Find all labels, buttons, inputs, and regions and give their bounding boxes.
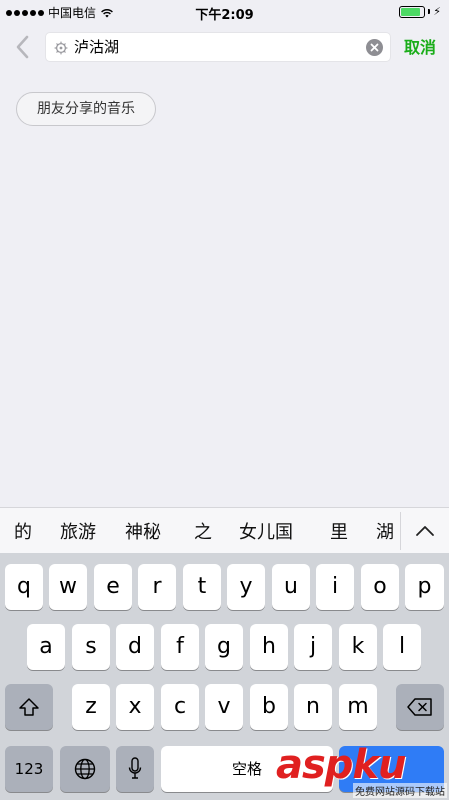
backspace-icon [407,698,432,716]
music-category-icon [54,41,68,55]
aspku-watermark: aspku 免费网站源码下载站 [276,742,449,800]
back-chevron-icon[interactable] [12,34,34,60]
keyboard: q w e r t y u i o p a s d f g h j k l z … [0,553,449,800]
key-q[interactable]: q [5,564,43,610]
friends-shared-music-chip[interactable]: 朋友分享的音乐 [16,92,156,126]
candidate-word[interactable]: 的 [14,518,32,544]
key-k[interactable]: k [339,624,377,670]
watermark-logo: aspku [276,742,407,788]
cancel-button[interactable]: 取消 [404,34,436,58]
status-time: 下午2:09 [195,8,254,23]
key-t[interactable]: t [183,564,221,610]
key-o[interactable]: o [361,564,399,610]
battery-level [401,7,420,16]
key-i[interactable]: i [316,564,354,610]
status-right: ⚡ [399,5,441,18]
key-x[interactable]: x [116,684,154,730]
clear-search-icon[interactable] [366,39,383,56]
key-e[interactable]: e [94,564,132,610]
battery-tip [428,9,431,14]
key-u[interactable]: u [272,564,310,610]
key-p[interactable]: p [405,564,444,610]
status-bar: 中国电信 下午2:09 ⚡ [0,0,449,24]
numbers-key[interactable]: 123 [5,746,53,792]
shift-key[interactable] [5,684,53,730]
key-d[interactable]: d [116,624,154,670]
key-z[interactable]: z [72,684,110,730]
key-b[interactable]: b [250,684,288,730]
charging-bolt-icon: ⚡ [433,5,441,18]
candidate-divider [400,512,401,550]
key-j[interactable]: j [294,624,332,670]
candidate-word[interactable]: 旅游 [60,518,96,544]
microphone-icon [128,757,142,779]
ime-candidate-bar: 的 旅游 神秘 之 女儿国 里 湖 [0,507,449,553]
key-s[interactable]: s [72,624,110,670]
search-box[interactable] [45,32,391,62]
key-c[interactable]: c [161,684,199,730]
globe-icon [74,758,96,780]
candidate-word[interactable]: 神秘 [125,518,161,544]
candidate-word[interactable]: 里 [330,518,348,544]
key-w[interactable]: w [49,564,87,610]
battery-icon [399,5,426,18]
backspace-key[interactable] [396,684,444,730]
key-r[interactable]: r [138,564,176,610]
key-f[interactable]: f [161,624,199,670]
watermark-caption: 免费网站源码下载站 [353,783,447,798]
key-h[interactable]: h [250,624,288,670]
candidate-word[interactable]: 湖 [376,518,394,544]
key-n[interactable]: n [294,684,332,730]
key-m[interactable]: m [339,684,377,730]
candidate-word[interactable]: 之 [194,518,212,544]
dictation-key[interactable] [116,746,154,792]
key-g[interactable]: g [205,624,243,670]
candidate-word[interactable]: 女儿国 [239,518,293,544]
key-l[interactable]: l [383,624,421,670]
search-header: 取消 [0,24,449,70]
search-input[interactable] [74,33,364,61]
expand-candidates-chevron-icon[interactable] [412,521,438,541]
globe-key[interactable] [60,746,110,792]
key-a[interactable]: a [27,624,65,670]
key-v[interactable]: v [205,684,243,730]
shift-arrow-icon [19,698,39,716]
key-y[interactable]: y [227,564,265,610]
